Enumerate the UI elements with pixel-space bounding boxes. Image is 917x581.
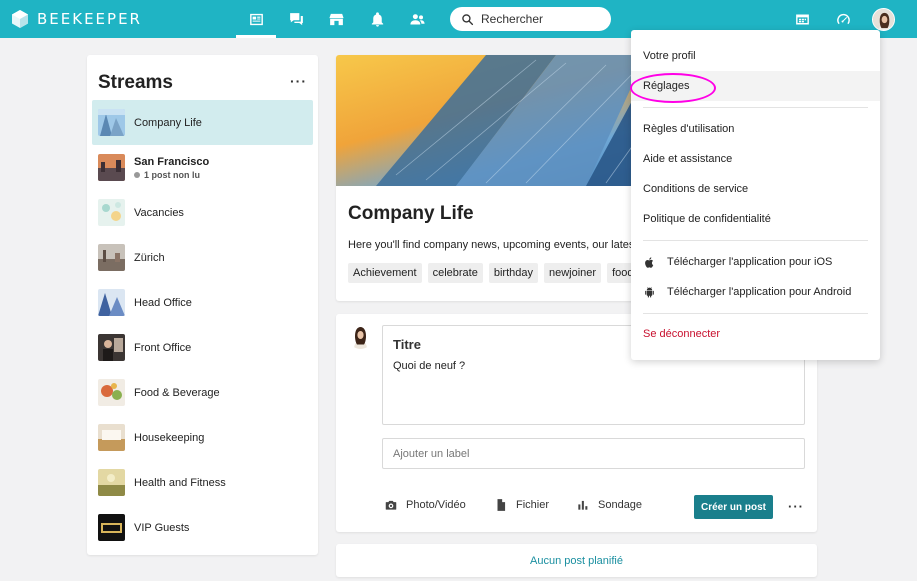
poll-label: Sondage bbox=[598, 499, 643, 511]
stream-name: Zürich bbox=[134, 251, 165, 264]
stream-name: Housekeeping bbox=[134, 431, 205, 444]
stream-name: Health and Fitness bbox=[134, 476, 226, 489]
nav-chat[interactable] bbox=[276, 0, 316, 38]
stream-name: Head Office bbox=[134, 296, 192, 309]
stream-thumbnail bbox=[98, 514, 125, 541]
apple-icon bbox=[645, 256, 654, 268]
stream-item-health-fitness[interactable]: Health and Fitness bbox=[92, 460, 313, 505]
brand-name: BEEKEEPER bbox=[37, 10, 142, 28]
stream-thumbnail bbox=[98, 199, 125, 226]
menu-item-privacy[interactable]: Politique de confidentialité bbox=[631, 204, 880, 234]
file-button[interactable]: Fichier bbox=[494, 498, 549, 512]
stream-thumbnail bbox=[98, 424, 125, 451]
tag[interactable]: birthday bbox=[488, 263, 538, 283]
android-icon bbox=[645, 286, 654, 297]
stream-item-san-francisco[interactable]: San Francisco 1 post non lu bbox=[92, 145, 313, 190]
menu-divider bbox=[643, 107, 868, 108]
unread-dot bbox=[134, 171, 140, 178]
stream-name: San Francisco bbox=[134, 155, 210, 168]
streams-title: Streams bbox=[98, 72, 173, 93]
search-input[interactable] bbox=[481, 12, 601, 26]
stream-name: Vacancies bbox=[134, 206, 184, 219]
menu-divider bbox=[643, 240, 868, 241]
stream-thumbnail bbox=[98, 379, 125, 406]
menu-item-download-ios[interactable]: Télécharger l'application pour iOS bbox=[631, 247, 880, 277]
stream-thumbnail bbox=[98, 244, 125, 271]
scheduled-posts-card[interactable]: Aucun post planifié bbox=[336, 544, 817, 577]
file-label: Fichier bbox=[516, 499, 550, 511]
nav-notifications[interactable] bbox=[357, 0, 397, 38]
stream-name: Front Office bbox=[134, 341, 192, 354]
search-icon bbox=[462, 13, 474, 25]
stream-thumbnail bbox=[98, 289, 125, 316]
chat-icon bbox=[289, 12, 303, 25]
avatar-photo bbox=[348, 324, 373, 349]
tag[interactable]: newjoiner bbox=[544, 263, 602, 283]
user-avatar[interactable] bbox=[872, 8, 895, 31]
store-icon bbox=[328, 13, 344, 25]
menu-item-profile[interactable]: Votre profil bbox=[631, 41, 880, 71]
bell-icon bbox=[371, 11, 383, 27]
nav-people[interactable] bbox=[397, 0, 437, 38]
photo-video-label: Photo/Vidéo bbox=[406, 499, 466, 511]
stream-thumbnail bbox=[98, 334, 125, 361]
menu-item-help[interactable]: Aide et assistance bbox=[631, 144, 880, 174]
camera-icon bbox=[385, 500, 397, 510]
stream-thumbnail bbox=[98, 469, 125, 496]
poll-icon bbox=[578, 500, 588, 510]
avatar-photo bbox=[873, 9, 894, 30]
stream-item-vip-guests[interactable]: VIP Guests bbox=[92, 505, 313, 550]
stream-item-head-office[interactable]: Head Office bbox=[92, 280, 313, 325]
scheduled-posts-label[interactable]: Aucun post planifié bbox=[530, 555, 623, 567]
menu-item-download-android[interactable]: Télécharger l'application pour Android bbox=[631, 277, 880, 307]
nav-store[interactable] bbox=[316, 0, 356, 38]
photo-video-button[interactable]: Photo/Vidéo bbox=[384, 498, 466, 512]
tag[interactable]: celebrate bbox=[427, 263, 483, 283]
people-icon bbox=[409, 13, 425, 24]
stream-item-food-beverage[interactable]: Food & Beverage bbox=[92, 370, 313, 415]
search-bar[interactable] bbox=[450, 7, 611, 31]
streams-more-button[interactable]: ··· bbox=[290, 73, 307, 89]
profile-dropdown-menu: Votre profil Réglages Règles d'utilisati… bbox=[631, 30, 880, 360]
nav-streams[interactable] bbox=[236, 0, 276, 38]
menu-divider bbox=[643, 313, 868, 314]
stream-name: Food & Beverage bbox=[134, 386, 220, 399]
stream-name: Company Life bbox=[134, 116, 202, 129]
file-icon bbox=[497, 499, 506, 511]
beekeeper-logo-icon bbox=[12, 10, 28, 28]
shift-icon bbox=[795, 14, 809, 24]
stream-item-zurich[interactable]: Zürich bbox=[92, 235, 313, 280]
post-body-input[interactable] bbox=[393, 360, 793, 396]
stream-description: Here you'll find company news, upcoming … bbox=[348, 239, 647, 251]
speedometer-icon bbox=[836, 13, 850, 24]
menu-item-usage-rules[interactable]: Règles d'utilisation bbox=[631, 114, 880, 144]
composer-more-button[interactable]: ··· bbox=[788, 499, 804, 514]
stream-thumbnail bbox=[98, 109, 125, 136]
stream-item-company-life[interactable]: Company Life bbox=[92, 100, 313, 145]
stream-title: Company Life bbox=[348, 203, 474, 224]
stream-thumbnail bbox=[98, 154, 125, 181]
menu-item-settings[interactable]: Réglages bbox=[631, 71, 880, 101]
streams-icon bbox=[249, 13, 263, 25]
tag[interactable]: Achievement bbox=[348, 263, 422, 283]
composer-avatar bbox=[348, 324, 373, 349]
streams-panel: Streams ··· Company Life San Francisco 1… bbox=[87, 55, 318, 555]
create-post-button[interactable]: Créer un post bbox=[694, 495, 773, 519]
stream-name: VIP Guests bbox=[134, 521, 190, 534]
tag-list: Achievement celebrate birthday newjoiner… bbox=[348, 263, 639, 283]
poll-button[interactable]: Sondage bbox=[576, 498, 642, 512]
stream-item-vacancies[interactable]: Vacancies bbox=[92, 190, 313, 235]
unread-count: 1 post non lu bbox=[134, 170, 209, 180]
label-input[interactable] bbox=[382, 438, 805, 469]
stream-item-front-office[interactable]: Front Office bbox=[92, 325, 313, 370]
menu-item-logout[interactable]: Se déconnecter bbox=[631, 319, 880, 349]
brand[interactable]: BEEKEEPER bbox=[10, 9, 142, 29]
stream-item-housekeeping[interactable]: Housekeeping bbox=[92, 415, 313, 460]
menu-item-terms[interactable]: Conditions de service bbox=[631, 174, 880, 204]
